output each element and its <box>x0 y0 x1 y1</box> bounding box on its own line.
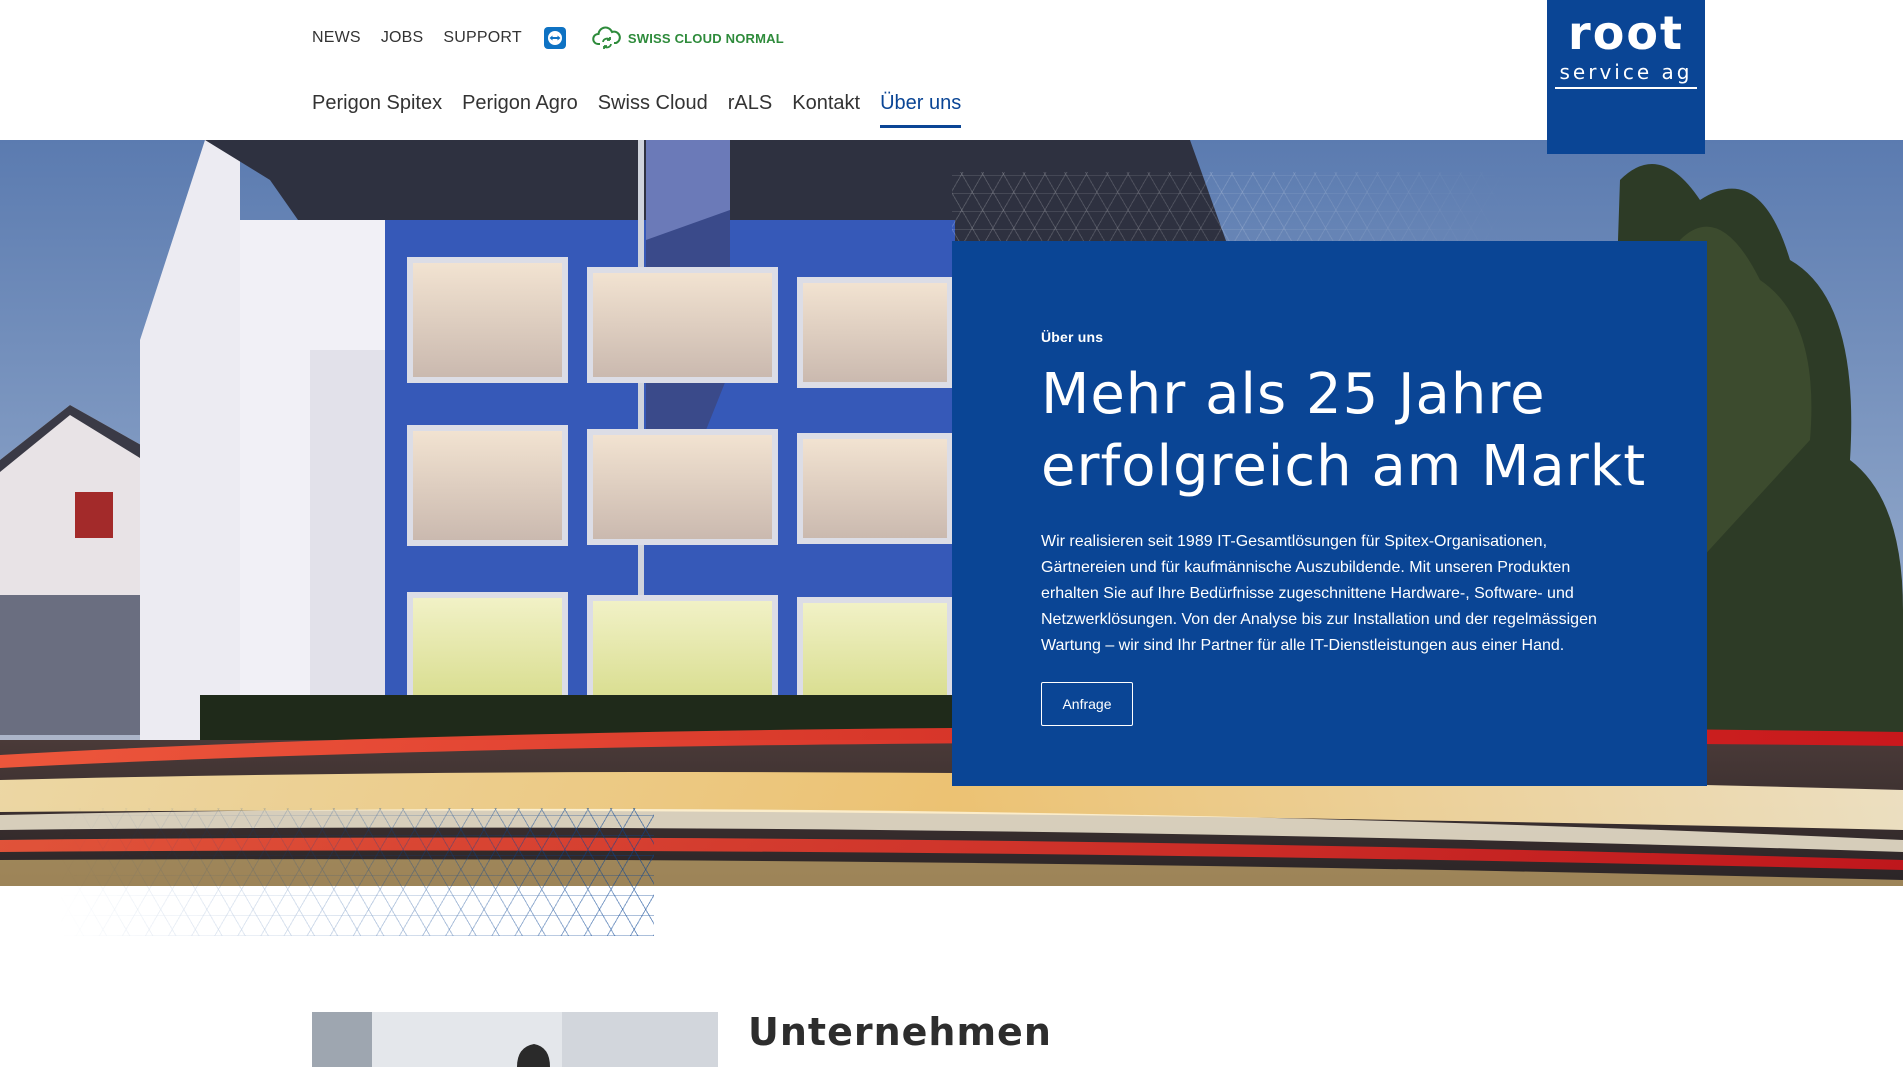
cloud-status[interactable]: SWISS CLOUD NORMAL <box>592 25 784 52</box>
jobs-link[interactable]: JOBS <box>381 29 424 47</box>
news-link[interactable]: NEWS <box>312 29 361 47</box>
nav-ueber-uns[interactable]: Über uns <box>880 92 962 128</box>
teamviewer-icon[interactable] <box>543 27 566 49</box>
hero-title-line2: erfolgreich am Markt <box>1041 434 1647 499</box>
nav-rals[interactable]: rALS <box>728 92 772 128</box>
hero-title: Mehr als 25 Jahre erfolgreich am Markt <box>1041 359 1661 503</box>
section-title: Unternehmen <box>748 1010 1052 1054</box>
hero-text: Wir realisieren seit 1989 IT-Gesamtlösun… <box>1041 533 1597 654</box>
company-image <box>312 1012 718 1067</box>
logo-divider <box>1555 87 1697 89</box>
nav-perigon-spitex[interactable]: Perigon Spitex <box>312 92 442 128</box>
logo-word: root <box>1568 6 1684 60</box>
company-photo <box>312 1012 718 1067</box>
nav-swiss-cloud[interactable]: Swiss Cloud <box>598 92 708 128</box>
logo[interactable]: root service ag <box>1547 0 1705 154</box>
page: NEWS JOBS SUPPORT SWISS CLOUD NORMAL Per… <box>0 0 1903 1067</box>
hero-card: Über uns Mehr als 25 Jahre erfolgreich a… <box>952 241 1707 786</box>
hexagon-pattern-bottom <box>60 808 654 936</box>
support-link[interactable]: SUPPORT <box>443 29 521 47</box>
utility-nav: NEWS JOBS SUPPORT SWISS CLOUD NORMAL <box>312 26 784 50</box>
cloud-sync-icon <box>592 25 622 52</box>
hero-title-line1: Mehr als 25 Jahre <box>1041 362 1546 427</box>
anfrage-button[interactable]: Anfrage <box>1041 682 1133 726</box>
hero-eyebrow: Über uns <box>1041 329 1104 345</box>
nav-kontakt[interactable]: Kontakt <box>792 92 860 128</box>
main-nav: Perigon Spitex Perigon Agro Swiss Cloud … <box>312 92 962 128</box>
cloud-status-text: SWISS CLOUD NORMAL <box>627 30 784 46</box>
nav-perigon-agro[interactable]: Perigon Agro <box>462 92 578 128</box>
logo-subtitle: service ag <box>1559 60 1693 84</box>
